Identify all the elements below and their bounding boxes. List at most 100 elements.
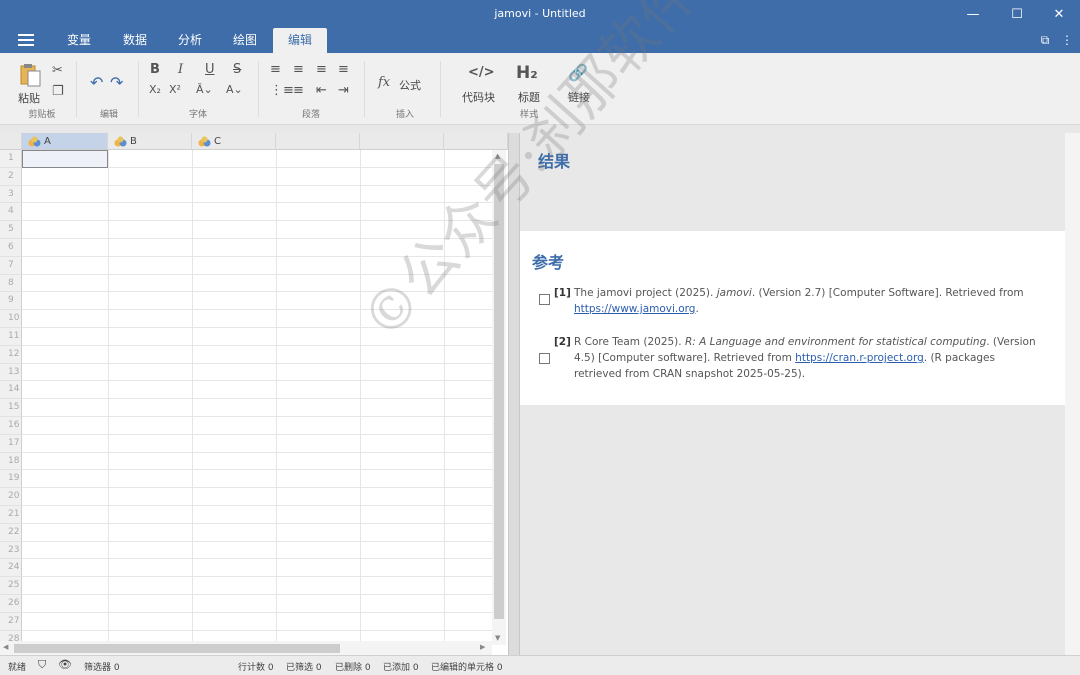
scroll-left-icon[interactable]: ◀ (3, 643, 8, 651)
panel-divider[interactable] (508, 133, 520, 655)
row-number[interactable]: 1 (0, 150, 22, 168)
column-header-empty[interactable] (276, 133, 360, 150)
tab-variables[interactable]: 变量 (52, 28, 106, 53)
bold-icon[interactable]: B (150, 62, 160, 77)
formula-label[interactable]: 公式 (399, 77, 421, 93)
column-header-a[interactable]: A (22, 133, 108, 150)
row-number[interactable]: 24 (0, 559, 22, 578)
column-label: A (44, 136, 51, 147)
eye-icon[interactable]: 👁 (58, 658, 72, 671)
column-header-c[interactable]: C (192, 133, 276, 150)
row-number[interactable]: 6 (0, 239, 22, 257)
row-number[interactable]: 19 (0, 470, 22, 489)
scroll-thumb[interactable] (494, 164, 504, 619)
row-number[interactable]: 15 (0, 399, 22, 417)
grid-line (22, 202, 492, 204)
scroll-up-icon[interactable]: ▲ (495, 152, 500, 160)
reference-checkbox[interactable] (539, 353, 550, 364)
highlight-color-icon[interactable]: Ā⌄ (196, 83, 213, 96)
row-number[interactable]: 18 (0, 452, 22, 471)
column-header-empty[interactable] (444, 133, 508, 150)
more-options-icon[interactable]: ⋮ (1060, 34, 1074, 46)
insert-group-label: 插入 (395, 110, 414, 120)
formula-icon[interactable]: fx (378, 75, 390, 90)
heading-label[interactable]: 标题 (518, 89, 540, 105)
row-number[interactable]: 27 (0, 612, 22, 631)
row-number[interactable]: 5 (0, 221, 22, 239)
reference-link[interactable]: https://www.jamovi.org (574, 303, 695, 315)
paste-icon[interactable] (20, 63, 42, 87)
selected-cell[interactable] (22, 150, 108, 168)
link-icon[interactable]: 🔗 (568, 63, 588, 82)
tab-edit[interactable]: 编辑 (273, 28, 327, 53)
row-number[interactable]: 20 (0, 488, 22, 506)
row-number[interactable]: 13 (0, 363, 22, 382)
align-justify-icon[interactable]: ≡ (338, 62, 349, 77)
reference-text: . (695, 303, 699, 315)
align-center-icon[interactable]: ≡ (293, 62, 304, 77)
reference-link[interactable]: https://cran.r-project.org (795, 352, 924, 364)
row-number[interactable]: 9 (0, 292, 22, 311)
reference-text: The jamovi project (2025). (574, 287, 717, 299)
row-number[interactable]: 4 (0, 203, 22, 222)
code-block-icon[interactable]: </> (468, 65, 495, 80)
menu-icon[interactable] (18, 34, 34, 47)
row-number[interactable]: 10 (0, 310, 22, 328)
tab-plots[interactable]: 绘图 (218, 28, 272, 53)
maximize-button[interactable]: ☐ (995, 0, 1039, 28)
column-header-b[interactable]: B (108, 133, 192, 150)
grid-line (444, 150, 445, 645)
scroll-down-icon[interactable]: ▼ (495, 634, 500, 642)
row-number[interactable]: 23 (0, 541, 22, 560)
row-number[interactable]: 11 (0, 328, 22, 346)
indent-icon[interactable]: ⇥ (338, 83, 349, 98)
link-label[interactable]: 链接 (568, 89, 590, 105)
align-left-icon[interactable]: ≡ (270, 62, 281, 77)
horizontal-scrollbar[interactable]: ◀ ▶ (0, 641, 492, 655)
strikethrough-icon[interactable]: S (233, 62, 241, 77)
undo-icon[interactable]: ↶ (90, 73, 103, 92)
results-scrollbar[interactable] (1065, 133, 1080, 655)
row-number[interactable]: 17 (0, 434, 22, 453)
grid-line (22, 255, 492, 257)
font-color-icon[interactable]: A⌄ (226, 83, 243, 96)
ordered-list-icon[interactable]: ⋮≡ (270, 83, 294, 98)
tab-data[interactable]: 数据 (108, 28, 162, 53)
spreadsheet[interactable]: A B C 1 2 3 4 5 6 7 8 9 10 11 12 13 14 15 16 17 18 19 20 21 2… (0, 133, 508, 655)
row-number[interactable]: 14 (0, 381, 22, 400)
row-number[interactable]: 12 (0, 345, 22, 364)
row-number[interactable]: 22 (0, 523, 22, 542)
reference-checkbox[interactable] (539, 294, 550, 305)
heading-icon[interactable]: H₂ (516, 63, 538, 83)
cut-icon[interactable]: ✂ (52, 63, 63, 78)
paste-label[interactable]: 粘贴 (18, 90, 40, 106)
minimize-button[interactable]: — (951, 0, 995, 28)
scroll-thumb[interactable] (14, 644, 340, 653)
redo-icon[interactable]: ↷ (110, 73, 123, 92)
align-right-icon[interactable]: ≡ (316, 62, 327, 77)
superscript-icon[interactable]: X² (169, 83, 181, 96)
row-number[interactable]: 2 (0, 167, 22, 186)
close-button[interactable]: ✕ (1037, 0, 1080, 28)
copy-icon[interactable]: ❐ (52, 84, 64, 99)
tab-analyses[interactable]: 分析 (163, 28, 217, 53)
row-number[interactable]: 7 (0, 256, 22, 275)
column-header-empty[interactable] (360, 133, 444, 150)
results-mode-icon[interactable]: ⧉ (1038, 34, 1052, 46)
bullet-list-icon[interactable]: ≡ (293, 83, 304, 98)
row-number[interactable]: 16 (0, 417, 22, 435)
row-number[interactable]: 25 (0, 577, 22, 595)
italic-icon[interactable]: I (178, 62, 183, 77)
corner-cell[interactable] (0, 133, 22, 150)
row-number[interactable]: 3 (0, 185, 22, 204)
filter-icon[interactable]: ⛉ (38, 658, 46, 672)
vertical-scrollbar[interactable]: ▲ ▼ (492, 150, 506, 645)
subscript-icon[interactable]: X₂ (149, 83, 161, 96)
outdent-icon[interactable]: ⇤ (316, 83, 327, 98)
scroll-right-icon[interactable]: ▶ (480, 643, 485, 651)
code-block-label[interactable]: 代码块 (462, 89, 495, 105)
row-number[interactable]: 21 (0, 506, 22, 524)
row-number[interactable]: 26 (0, 595, 22, 613)
row-number[interactable]: 8 (0, 274, 22, 293)
underline-icon[interactable]: U (205, 62, 215, 77)
